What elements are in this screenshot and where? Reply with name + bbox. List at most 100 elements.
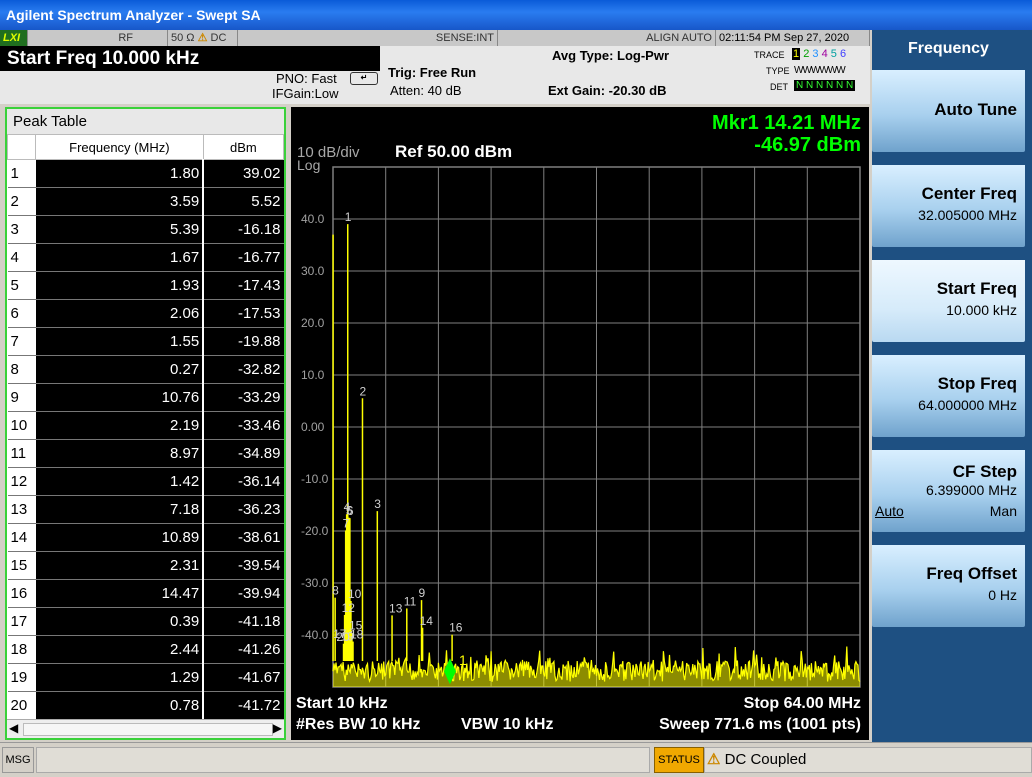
peak-frequency: 2.06 (35, 299, 205, 328)
avg-type-setting: Avg Type: Log-Pwr (552, 48, 669, 63)
table-row[interactable]: 15 2.31 -39.54 (7, 551, 284, 580)
peak-amplitude: -36.14 (203, 467, 284, 496)
peak-index: 2 (7, 187, 36, 216)
marker-1-label: 1 (459, 652, 467, 668)
peak-number-label: 14 (420, 614, 434, 628)
center-freq-softkey[interactable]: Center Freq 32.005000 MHz (872, 165, 1025, 247)
freq-offset-softkey[interactable]: Freq Offset 0 Hz (872, 545, 1025, 627)
type-value: WWWWWW (794, 65, 846, 76)
table-row[interactable]: 7 1.55 -19.88 (7, 327, 284, 356)
trace-label: TRACE (754, 50, 785, 60)
table-row[interactable]: 6 2.06 -17.53 (7, 299, 284, 328)
peak-index: 12 (7, 467, 36, 496)
peak-frequency: 10.76 (35, 383, 205, 412)
col-dbm[interactable]: dBm (202, 134, 285, 160)
table-row[interactable]: 14 10.89 -38.61 (7, 523, 284, 552)
input-impedance: 50 Ω ⚠ DC (168, 30, 238, 46)
trigger-setting: Trig: Free Run (388, 65, 477, 80)
auto-tune-softkey[interactable]: Auto Tune (872, 70, 1025, 152)
peak-amplitude: -17.53 (203, 299, 284, 328)
spectrum-display[interactable]: 10 dB/div Log Ref 50.00 dBm Mkr1 14.21 MHz -… (291, 107, 869, 740)
peak-table: Frequency (MHz) dBm 1 1.80 39.02 2 3.59 5.52 3… (7, 134, 285, 720)
cf-step-auto-option[interactable]: Auto (875, 503, 904, 519)
table-row[interactable]: 19 1.29 -41.67 (7, 663, 284, 692)
table-row[interactable]: 18 2.44 -41.26 (7, 635, 284, 664)
table-row[interactable]: 10 2.19 -33.46 (7, 411, 284, 440)
video-bandwidth: VBW 10 kHz (461, 716, 553, 733)
active-parameter: Start Freq 10.000 kHz (0, 46, 380, 71)
peak-amplitude: -41.67 (203, 663, 284, 692)
peak-amplitude: -39.94 (203, 579, 284, 608)
y-tick-label: 20.0 (301, 316, 325, 330)
peak-index: 5 (7, 271, 36, 300)
peak-frequency: 2.19 (35, 411, 205, 440)
table-row[interactable]: 3 5.39 -16.18 (7, 215, 284, 244)
peak-amplitude: -41.72 (203, 691, 284, 720)
status-message: ⚠ DC Coupled (704, 747, 1032, 773)
peak-number-label: 2 (359, 384, 366, 398)
table-row[interactable]: 16 14.47 -39.94 (7, 579, 284, 608)
col-frequency[interactable]: Frequency (MHz) (35, 134, 204, 160)
marker-frequency: Mkr1 14.21 MHz (712, 112, 861, 134)
scroll-thumb[interactable] (23, 723, 273, 736)
peak-index: 20 (7, 691, 36, 720)
peak-index: 16 (7, 579, 36, 608)
log-label: Log (297, 157, 320, 173)
peak-frequency: 10.89 (35, 523, 205, 552)
peak-amplitude: -36.23 (203, 495, 284, 524)
stop-freq-softkey[interactable]: Stop Freq 64.000000 MHz (872, 355, 1025, 437)
window-title-bar: Agilent Spectrum Analyzer - Swept SA (0, 0, 1032, 30)
peak-number-label: 3 (374, 497, 381, 511)
peak-amplitude: -32.82 (203, 355, 284, 384)
table-row[interactable]: 17 0.39 -41.18 (7, 607, 284, 636)
peak-number-label: 20 (336, 630, 350, 644)
peak-frequency: 7.18 (35, 495, 205, 524)
peak-index: 11 (7, 439, 36, 468)
table-row[interactable]: 11 8.97 -34.89 (7, 439, 284, 468)
marker-amplitude: -46.97 dBm (754, 134, 861, 156)
horizontal-scrollbar[interactable]: ◀ ▶ (7, 719, 284, 738)
scroll-right-icon[interactable]: ▶ (273, 721, 282, 735)
trace-status-box: TRACE 1 2 3 4 5 6 TYPE WWWWWW DET N N N … (754, 46, 870, 104)
peak-frequency: 8.97 (35, 439, 205, 468)
peak-index: 10 (7, 411, 36, 440)
table-row[interactable]: 9 10.76 -33.29 (7, 383, 284, 412)
table-row[interactable]: 20 0.78 -41.72 (7, 691, 284, 720)
msg-label: MSG (2, 747, 34, 773)
table-row[interactable]: 8 0.27 -32.82 (7, 355, 284, 384)
table-row[interactable]: 13 7.18 -36.23 (7, 495, 284, 524)
table-row[interactable]: 4 1.67 -16.77 (7, 243, 284, 272)
peak-index: 18 (7, 635, 36, 664)
table-row[interactable]: 1 1.80 39.02 (7, 159, 284, 188)
peak-frequency: 1.67 (35, 243, 205, 272)
spectrum-plot[interactable]: 10 dB/divLogRef 50.00 dBmMkr1 14.21 MHz-… (291, 107, 869, 740)
peak-amplitude: 5.52 (203, 187, 284, 216)
peak-frequency: 1.42 (35, 467, 205, 496)
datetime: 02:11:54 PM Sep 27, 2020 (716, 30, 870, 46)
peak-frequency: 0.27 (35, 355, 205, 384)
peak-amplitude: -33.46 (203, 411, 284, 440)
align-indicator: ALIGN AUTO (498, 30, 716, 46)
peak-amplitude: -16.18 (203, 215, 284, 244)
peak-index: 13 (7, 495, 36, 524)
trigger-icon: ↵ (350, 72, 378, 85)
peak-amplitude: -16.77 (203, 243, 284, 272)
cf-step-man-option[interactable]: Man (990, 503, 1017, 519)
peak-frequency: 0.78 (35, 691, 205, 720)
table-row[interactable]: 5 1.93 -17.43 (7, 271, 284, 300)
message-area (36, 747, 650, 773)
scroll-left-icon[interactable]: ◀ (9, 721, 18, 735)
resolution-bandwidth: #Res BW 10 kHz (296, 716, 421, 733)
peak-frequency: 2.31 (35, 551, 205, 580)
sense-indicator: SENSE:INT (238, 30, 498, 46)
start-freq-softkey[interactable]: Start Freq 10.000 kHz (872, 260, 1025, 342)
table-row[interactable]: 12 1.42 -36.14 (7, 467, 284, 496)
peak-amplitude: -41.18 (203, 607, 284, 636)
table-row[interactable]: 2 3.59 5.52 (7, 187, 284, 216)
ext-gain-setting: Ext Gain: -20.30 dB (548, 83, 667, 98)
y-tick-label: -30.0 (301, 576, 329, 590)
peak-number-label: 16 (449, 621, 463, 635)
status-button[interactable]: STATUS (654, 747, 704, 773)
peak-number-label: 10 (348, 587, 362, 601)
cf-step-softkey[interactable]: CF Step 6.399000 MHz Auto Man (872, 450, 1025, 532)
